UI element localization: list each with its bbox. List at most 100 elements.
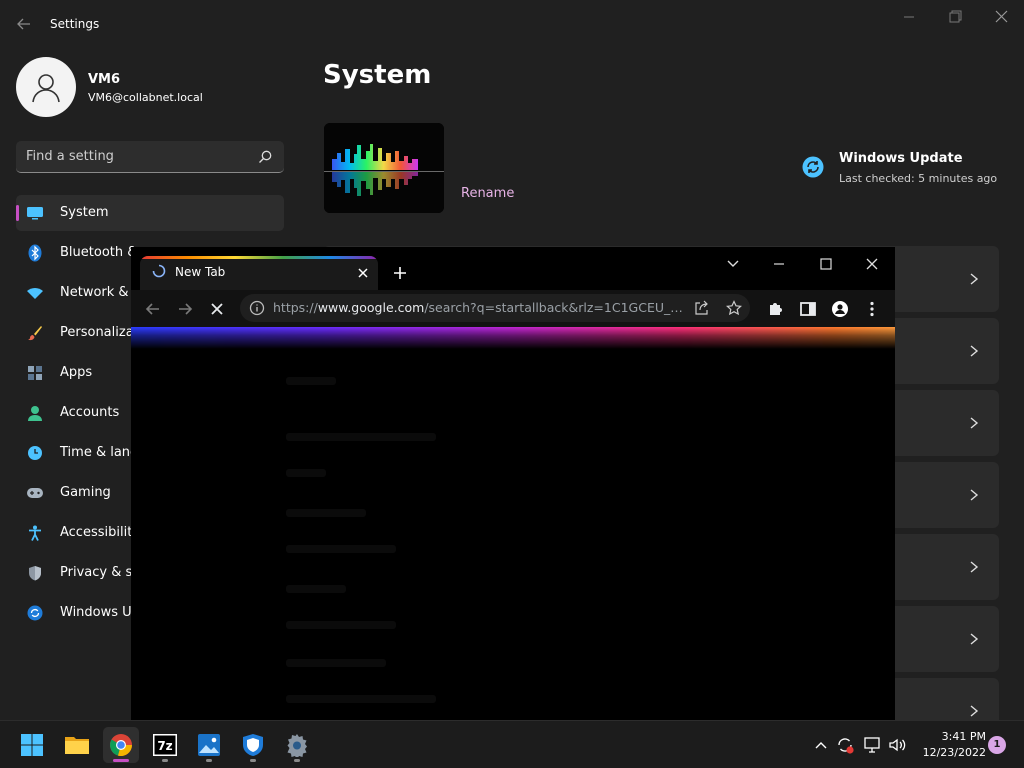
bookmark-star-icon[interactable]: [726, 300, 742, 316]
taskbar-file-explorer[interactable]: [59, 727, 95, 763]
clock-globe-icon: [26, 444, 44, 462]
faded-text-line: [286, 695, 436, 703]
nav-label: Network &: [60, 285, 129, 300]
more-options-icon[interactable]: [862, 299, 882, 319]
wifi-icon: [26, 284, 44, 302]
settings-gear-icon: [287, 734, 307, 757]
search-input[interactable]: [26, 141, 246, 172]
chevron-right-icon: [970, 705, 979, 717]
chevron-right-icon: [970, 489, 979, 501]
gradient-glow-bar: [131, 327, 895, 349]
page-content-area[interactable]: [131, 349, 895, 720]
faded-text-line: [286, 659, 386, 667]
nav-label: System: [60, 205, 109, 220]
search-box[interactable]: [16, 141, 284, 173]
city-skyline-image: [324, 123, 444, 213]
windows-update-status: Last checked: 5 minutes ago: [839, 172, 998, 185]
shield-icon: [26, 564, 44, 582]
windows-update-icon[interactable]: [802, 156, 824, 178]
chrome-tabstrip: New Tab: [131, 247, 895, 290]
faded-text-line: [286, 585, 346, 593]
chrome-icon: [110, 734, 133, 757]
nav-label: Accessibility: [60, 525, 140, 540]
windows-update-icon: [26, 604, 44, 622]
back-arrow-icon[interactable]: [16, 16, 32, 32]
taskbar-chrome[interactable]: [103, 727, 139, 763]
nav-item-system[interactable]: System: [16, 195, 284, 231]
chevron-right-icon: [970, 633, 979, 645]
monitor-icon: [26, 204, 44, 222]
chrome-toolbar: https://www.google.com/search?q=startall…: [131, 290, 895, 327]
chevron-right-icon: [970, 561, 979, 573]
chevron-right-icon: [970, 417, 979, 429]
faded-text-line: [286, 545, 396, 553]
restore-icon[interactable]: [944, 8, 966, 26]
nav-label: Gaming: [60, 485, 111, 500]
side-panel-icon[interactable]: [798, 299, 818, 319]
user-email: VM6@collabnet.local: [88, 91, 203, 104]
nav-label: Personaliza: [60, 325, 134, 340]
app-title: Settings: [50, 17, 100, 31]
nav-label: Privacy & se: [60, 565, 141, 580]
faded-text-line: [286, 509, 366, 517]
stop-loading-icon[interactable]: [207, 299, 227, 319]
svg-text:7z: 7z: [157, 739, 172, 753]
minimize-icon[interactable]: [765, 253, 793, 275]
extensions-puzzle-icon[interactable]: [766, 299, 786, 319]
site-info-icon[interactable]: [249, 300, 265, 316]
show-hidden-icons-chevron-icon[interactable]: [811, 735, 831, 755]
new-tab-icon[interactable]: [390, 263, 410, 283]
file-explorer-icon: [65, 737, 89, 754]
chevron-right-icon: [970, 273, 979, 285]
faded-text-line: [286, 469, 326, 477]
close-tab-icon[interactable]: [355, 265, 371, 281]
start-button[interactable]: [14, 727, 50, 763]
nav-label: Apps: [60, 365, 93, 380]
nav-label: Bluetooth &: [60, 245, 138, 260]
user-name: VM6: [88, 72, 121, 87]
taskbar-photos[interactable]: [191, 727, 227, 763]
taskbar-settings[interactable]: [279, 727, 315, 763]
avatar[interactable]: [16, 57, 76, 117]
windows-update-title[interactable]: Windows Update: [839, 151, 963, 166]
nav-label: Time & lang: [60, 445, 139, 460]
notification-badge[interactable]: 1: [988, 736, 1006, 754]
rename-link[interactable]: Rename: [461, 186, 514, 201]
defender-icon: [243, 734, 263, 756]
share-icon[interactable]: [694, 300, 710, 316]
taskbar-7zip[interactable]: 7z: [147, 727, 183, 763]
close-icon[interactable]: [858, 253, 886, 275]
person-icon: [26, 404, 44, 422]
person-icon: [32, 74, 60, 103]
close-icon[interactable]: [990, 8, 1012, 26]
settings-titlebar: Settings: [0, 0, 1024, 48]
url-text[interactable]: https://www.google.com/search?q=startall…: [273, 300, 685, 315]
7zip-icon: 7z: [153, 734, 177, 756]
taskbar-defender[interactable]: [235, 727, 271, 763]
tab-new-tab[interactable]: New Tab: [140, 256, 378, 290]
paintbrush-icon: [26, 324, 44, 342]
sync-alert-icon[interactable]: [835, 735, 855, 755]
faded-text-line: [286, 433, 436, 441]
loading-spinner-icon: [152, 264, 166, 278]
running-indicator: [113, 759, 129, 762]
clock-time[interactable]: 3:41 PM: [934, 730, 986, 743]
back-arrow-icon[interactable]: [143, 299, 163, 319]
maximize-icon[interactable]: [812, 253, 840, 275]
running-indicator: [206, 759, 212, 762]
speaker-volume-icon[interactable]: [887, 735, 907, 755]
clock-date[interactable]: 12/23/2022: [912, 746, 986, 759]
page-title: System: [323, 60, 432, 90]
photos-icon: [198, 734, 220, 756]
address-bar[interactable]: https://www.google.com/search?q=startall…: [240, 294, 750, 322]
tab-search-chevron-icon[interactable]: [719, 253, 747, 275]
profile-icon[interactable]: [830, 299, 850, 319]
desktop-wallpaper-thumbnail: [324, 123, 444, 213]
network-ethernet-icon[interactable]: [862, 735, 882, 755]
minimize-icon[interactable]: [898, 8, 920, 26]
accessibility-icon: [26, 524, 44, 542]
forward-arrow-icon[interactable]: [175, 299, 195, 319]
search-icon[interactable]: [257, 149, 273, 165]
faded-text-line: [286, 377, 336, 385]
nav-label: Windows U: [60, 605, 132, 620]
